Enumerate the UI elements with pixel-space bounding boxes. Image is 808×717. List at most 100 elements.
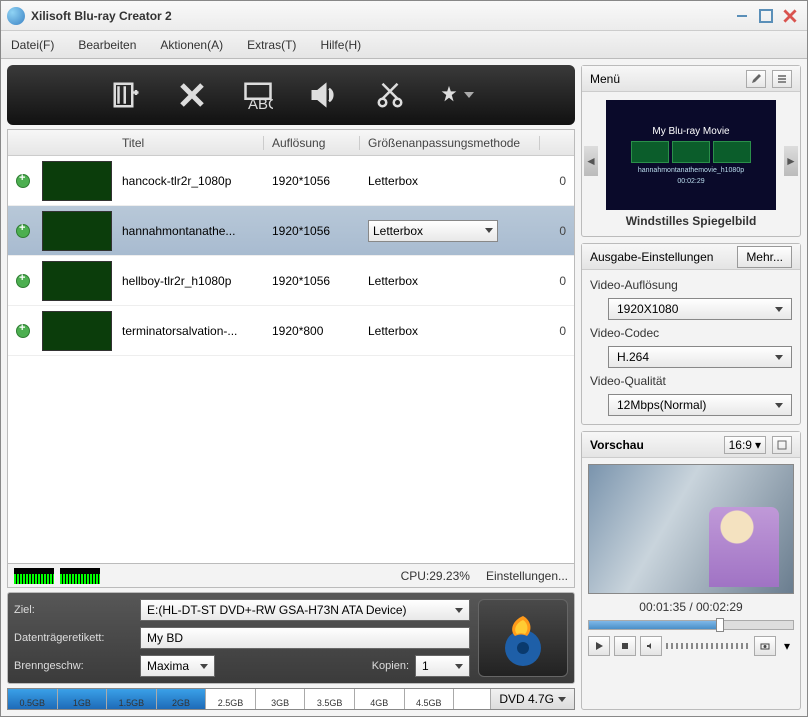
header-title[interactable]: Titel	[114, 136, 264, 150]
cell-resolution: 1920*1056	[264, 174, 360, 188]
app-logo-icon	[7, 7, 25, 25]
menu-edit[interactable]: Bearbeiten	[78, 38, 136, 52]
cpu-usage: CPU:29.23%	[401, 569, 470, 583]
capacity-tick: 3.5GB	[305, 689, 355, 709]
cell-resolution: 1920*1056	[264, 224, 360, 238]
title-bar: Xilisoft Blu-ray Creator 2	[1, 1, 807, 31]
edit-menu-button[interactable]	[746, 70, 766, 88]
table-header: Titel Auflösung Größenanpassungsmethode	[8, 130, 574, 156]
cell-title: terminatorsalvation-...	[114, 324, 264, 338]
cell-fit: Letterbox	[360, 220, 540, 242]
video-quality-label: Video-Qualität	[590, 374, 792, 388]
play-button[interactable]	[588, 636, 610, 656]
fit-method-select[interactable]: Letterbox	[368, 220, 498, 242]
cell-title: hannahmontanathe...	[114, 224, 264, 238]
remove-button[interactable]	[174, 77, 210, 113]
menu-bar: Datei(F) Bearbeiten Aktionen(A) Extras(T…	[1, 31, 807, 59]
video-thumbnail	[42, 261, 112, 301]
snapshot-dropdown[interactable]: ▾	[780, 636, 794, 656]
more-settings-button[interactable]: Mehr...	[737, 246, 792, 268]
disc-label-input[interactable]	[140, 627, 470, 649]
window-title: Xilisoft Blu-ray Creator 2	[31, 9, 729, 23]
capacity-tick: 2GB	[157, 689, 207, 709]
video-resolution-label: Video-Auflösung	[590, 278, 792, 292]
header-fit[interactable]: Größenanpassungsmethode	[360, 136, 540, 150]
maximize-button[interactable]	[755, 7, 777, 25]
volume-slider[interactable]	[666, 643, 750, 649]
burn-button[interactable]	[478, 599, 568, 677]
capacity-tick: 1GB	[58, 689, 108, 709]
cell-title: hellboy-tlr2r_h1080p	[114, 274, 264, 288]
close-button[interactable]	[779, 7, 801, 25]
cpu-graph-icon	[14, 568, 54, 584]
menu-panel: Menü ◄ ► My Blu-ray Movie hannahmontanat…	[581, 65, 801, 237]
menu-next-button[interactable]: ►	[784, 146, 798, 176]
video-thumbnail	[42, 311, 112, 351]
menu-thumbnail[interactable]: My Blu-ray Movie hannahmontanathemovie_h…	[606, 100, 776, 210]
video-resolution-select[interactable]: 1920X1080	[608, 298, 792, 320]
target-label: Ziel:	[14, 604, 134, 616]
table-row[interactable]: hellboy-tlr2r_h1080p 1920*1056 Letterbox…	[8, 256, 574, 306]
menu-prev-button[interactable]: ◄	[584, 146, 598, 176]
minimize-button[interactable]	[731, 7, 753, 25]
cell-right: 0	[551, 274, 574, 288]
preview-panel-title: Vorschau	[590, 438, 644, 452]
cpu-graph-icon	[60, 568, 100, 584]
table-row[interactable]: hancock-tlr2r_1080p 1920*1056 Letterbox …	[8, 156, 574, 206]
effects-button[interactable]	[438, 77, 474, 113]
cell-right: 0	[551, 174, 574, 188]
capacity-tick: 2.5GB	[206, 689, 256, 709]
aspect-select[interactable]: 16:9▾	[724, 436, 766, 454]
status-add-icon	[16, 224, 30, 238]
speed-select[interactable]: Maxima	[140, 655, 215, 677]
status-add-icon	[16, 274, 30, 288]
target-select[interactable]: E:(HL-DT-ST DVD+-RW GSA-H73N ATA Device)	[140, 599, 470, 621]
menu-extras[interactable]: Extras(T)	[247, 38, 296, 52]
capacity-tick: 4.5GB	[405, 689, 455, 709]
menu-list-button[interactable]	[772, 70, 792, 88]
table-row[interactable]: terminatorsalvation-... 1920*800 Letterb…	[8, 306, 574, 356]
cell-resolution: 1920*1056	[264, 274, 360, 288]
capacity-tick: 1.5GB	[107, 689, 157, 709]
copies-select[interactable]: 1	[415, 655, 470, 677]
cell-title: hancock-tlr2r_1080p	[114, 174, 264, 188]
menu-help[interactable]: Hilfe(H)	[320, 38, 361, 52]
seek-slider[interactable]	[588, 620, 794, 630]
status-add-icon	[16, 324, 30, 338]
cell-resolution: 1920*800	[264, 324, 360, 338]
main-toolbar: ABC	[7, 65, 575, 125]
volume-button[interactable]	[640, 636, 662, 656]
video-codec-select[interactable]: H.264	[608, 346, 792, 368]
add-file-button[interactable]	[108, 77, 144, 113]
capacity-tick: 3GB	[256, 689, 306, 709]
capacity-tick: 4GB	[355, 689, 405, 709]
snapshot-button[interactable]	[754, 636, 776, 656]
status-add-icon	[16, 174, 30, 188]
clip-button[interactable]	[372, 77, 408, 113]
disc-label-label: Datenträgeretikett:	[14, 632, 134, 644]
video-quality-select[interactable]: 12Mbps(Normal)	[608, 394, 792, 416]
cell-fit: Letterbox	[360, 324, 540, 338]
menu-file[interactable]: Datei(F)	[11, 38, 54, 52]
cell-fit: Letterbox	[360, 274, 540, 288]
audio-button[interactable]	[306, 77, 342, 113]
table-row[interactable]: hannahmontanathe... 1920*1056 Letterbox …	[8, 206, 574, 256]
capacity-tick: 0.5GB	[8, 689, 58, 709]
preview-time: 00:01:35 / 00:02:29	[588, 600, 794, 614]
preview-panel: Vorschau 16:9▾ 00:01:35 / 00:02:29 ▾	[581, 431, 801, 710]
cpu-settings-link[interactable]: Einstellungen...	[486, 569, 568, 583]
status-bar: CPU:29.23% Einstellungen...	[7, 564, 575, 588]
header-resolution[interactable]: Auflösung	[264, 136, 360, 150]
svg-text:ABC: ABC	[248, 96, 273, 110]
video-codec-label: Video-Codec	[590, 326, 792, 340]
preview-video[interactable]	[588, 464, 794, 594]
menu-template-name: Windstilles Spiegelbild	[626, 214, 757, 228]
cell-right: 0	[551, 224, 574, 238]
subtitle-button[interactable]: ABC	[240, 77, 276, 113]
stop-button[interactable]	[614, 636, 636, 656]
menu-actions[interactable]: Aktionen(A)	[160, 38, 223, 52]
burn-panel: Ziel: E:(HL-DT-ST DVD+-RW GSA-H73N ATA D…	[7, 592, 575, 684]
capacity-select[interactable]: DVD 4.7G	[490, 689, 574, 709]
video-thumbnail	[42, 161, 112, 201]
fullscreen-button[interactable]	[772, 436, 792, 454]
